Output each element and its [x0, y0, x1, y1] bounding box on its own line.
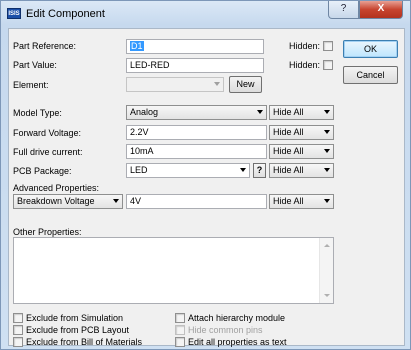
close-button[interactable]: X: [359, 1, 403, 19]
full-drive-current-visibility-chevron-down-icon: [324, 149, 330, 153]
isis-app-icon: ISIS: [7, 8, 21, 19]
pcb-package-help-button[interactable]: ?: [253, 163, 266, 178]
dialog-client-area: Part Reference: D1 Hidden: Part Value: L…: [8, 28, 405, 347]
element-label: Element:: [13, 80, 49, 90]
window-title: Edit Component: [26, 8, 105, 20]
part-value-label: Part Value:: [13, 60, 57, 70]
exclude-bom-checkbox[interactable]: [13, 337, 23, 347]
hide-common-pins-label: Hide common pins: [188, 325, 263, 335]
pcb-package-label: PCB Package:: [13, 166, 72, 176]
element-dropdown[interactable]: [126, 77, 224, 92]
model-type-label: Model Type:: [13, 108, 62, 118]
attach-hierarchy-label: Attach hierarchy module: [188, 313, 286, 323]
pcb-package-visibility-dropdown[interactable]: Hide All: [269, 163, 334, 178]
part-reference-hidden-label: Hidden:: [289, 41, 321, 51]
pcb-package-value: LED: [130, 165, 148, 175]
part-value-hidden-label: Hidden:: [289, 60, 321, 70]
attach-hierarchy-checkbox[interactable]: [175, 313, 185, 323]
pcb-package-dropdown[interactable]: LED: [126, 163, 250, 178]
advanced-property-input[interactable]: 4V: [126, 194, 267, 209]
cancel-button[interactable]: Cancel: [343, 66, 398, 84]
full-drive-current-label: Full drive current:: [13, 147, 83, 157]
hide-common-pins-checkbox: [175, 325, 185, 335]
ok-button[interactable]: OK: [343, 40, 398, 58]
forward-voltage-label: Forward Voltage:: [13, 128, 82, 138]
forward-voltage-input[interactable]: 2.2V: [126, 125, 267, 140]
title-bar[interactable]: ISIS Edit Component ? X: [1, 1, 410, 27]
exclude-bom-label: Exclude from Bill of Materials: [26, 337, 143, 347]
part-reference-input[interactable]: D1: [126, 39, 264, 54]
edit-all-text-label: Edit all properties as text: [188, 337, 287, 347]
forward-voltage-visibility-chevron-down-icon: [324, 130, 330, 134]
scroll-down-arrow-icon[interactable]: [324, 294, 330, 297]
advanced-properties-label: Advanced Properties:: [13, 183, 100, 193]
exclude-pcb-label: Exclude from PCB Layout: [26, 325, 130, 335]
model-type-visibility-value: Hide All: [273, 107, 304, 117]
edit-component-dialog: ISIS Edit Component ? X Part Reference: …: [0, 0, 411, 350]
model-type-dropdown[interactable]: Analog: [126, 105, 267, 120]
part-reference-value: D1: [130, 41, 144, 51]
part-value-input[interactable]: LED-RED: [126, 58, 264, 73]
part-reference-label: Part Reference:: [13, 41, 77, 51]
advanced-visibility-chevron-down-icon: [324, 199, 330, 203]
advanced-visibility-value: Hide All: [273, 196, 304, 206]
advanced-property-chevron-down-icon: [113, 199, 119, 203]
full-drive-current-input[interactable]: 10mA: [126, 144, 267, 159]
element-chevron-down-icon: [214, 82, 220, 86]
scroll-up-arrow-icon[interactable]: [324, 244, 330, 247]
model-type-value: Analog: [130, 107, 159, 117]
exclude-simulation-checkbox[interactable]: [13, 313, 23, 323]
model-type-chevron-down-icon: [257, 110, 263, 114]
other-properties-text: [14, 238, 333, 242]
exclude-simulation-label: Exclude from Simulation: [26, 313, 124, 323]
advanced-property-value: Breakdown Voltage: [17, 196, 95, 206]
pcb-package-visibility-chevron-down-icon: [324, 168, 330, 172]
other-properties-textarea[interactable]: [13, 237, 334, 304]
new-element-button[interactable]: New: [229, 76, 262, 93]
pcb-package-chevron-down-icon: [240, 168, 246, 172]
forward-voltage-visibility-value: Hide All: [273, 127, 304, 137]
advanced-visibility-dropdown[interactable]: Hide All: [269, 194, 334, 209]
help-button[interactable]: ?: [328, 1, 359, 19]
exclude-pcb-checkbox[interactable]: [13, 325, 23, 335]
pcb-package-visibility-value: Hide All: [273, 165, 304, 175]
full-drive-current-visibility-value: Hide All: [273, 146, 304, 156]
other-properties-label: Other Properties:: [13, 227, 82, 237]
advanced-property-dropdown[interactable]: Breakdown Voltage: [13, 194, 123, 209]
edit-all-text-checkbox[interactable]: [175, 337, 185, 347]
full-drive-current-visibility-dropdown[interactable]: Hide All: [269, 144, 334, 159]
part-value-hidden-checkbox[interactable]: [323, 60, 333, 70]
part-reference-hidden-checkbox[interactable]: [323, 41, 333, 51]
forward-voltage-visibility-dropdown[interactable]: Hide All: [269, 125, 334, 140]
model-type-visibility-dropdown[interactable]: Hide All: [269, 105, 334, 120]
model-type-visibility-chevron-down-icon: [324, 110, 330, 114]
other-properties-scrollbar[interactable]: [319, 238, 333, 303]
